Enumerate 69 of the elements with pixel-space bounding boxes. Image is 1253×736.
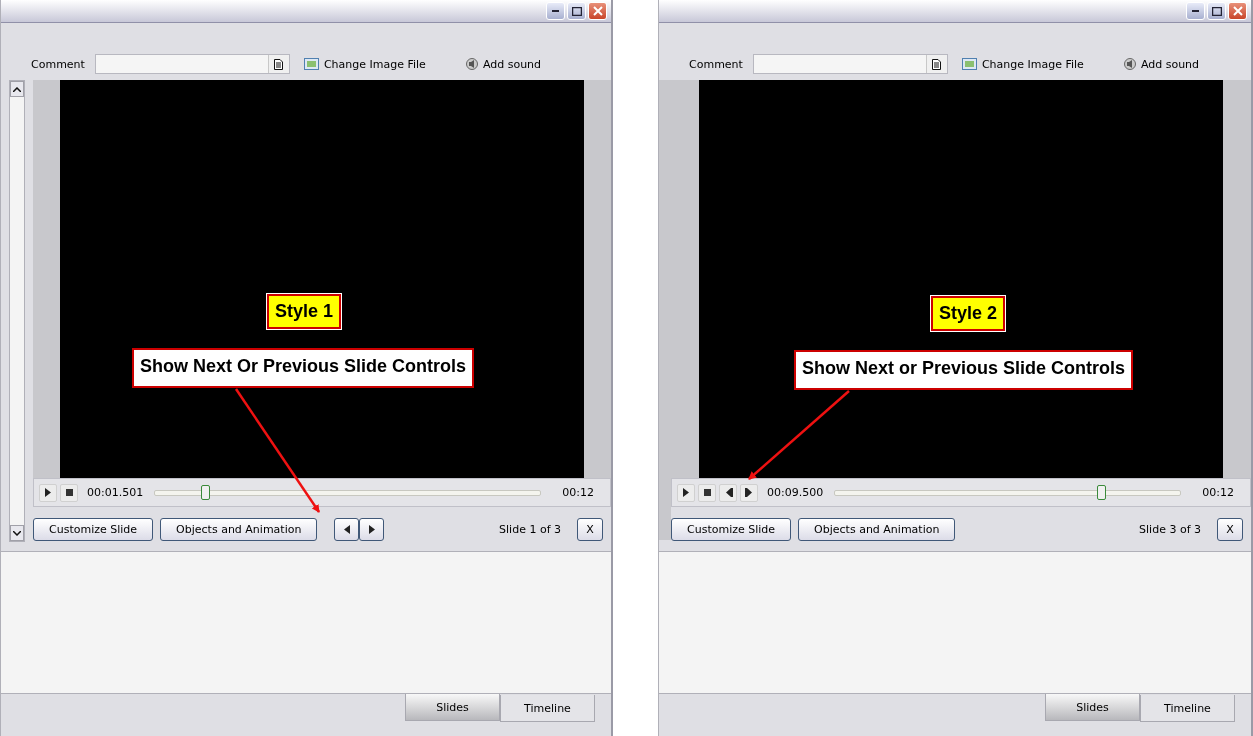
current-time: 00:09.500 (767, 486, 824, 499)
left-arrow-icon (343, 524, 350, 534)
play-icon (683, 488, 689, 497)
callout-label: Show Next Or Previous Slide Controls (132, 348, 475, 388)
document-icon (932, 58, 942, 70)
minimize-button[interactable] (1186, 2, 1205, 20)
document-button[interactable] (925, 55, 947, 73)
comment-label: Comment (689, 57, 743, 71)
close-button[interactable] (1228, 2, 1247, 20)
image-icon (961, 58, 977, 70)
speaker-icon (1123, 58, 1136, 70)
stop-button[interactable] (60, 483, 78, 502)
play-button[interactable] (39, 483, 57, 502)
close-icon (592, 6, 603, 16)
add-sound-link[interactable]: Add sound (1123, 57, 1200, 71)
minimize-button[interactable] (546, 2, 565, 20)
document-button[interactable] (267, 55, 289, 73)
scroll-down-button[interactable] (10, 525, 24, 541)
action-button[interactable]: Customize Slide (671, 517, 792, 541)
action-button[interactable]: Customize Slide (33, 517, 154, 541)
tab[interactable]: Slides (1045, 694, 1140, 721)
stop-icon (703, 489, 711, 496)
action-button[interactable]: Objects and Animation (160, 517, 318, 541)
close-button[interactable] (588, 2, 607, 20)
stop-button[interactable] (698, 483, 716, 502)
duration: 00:12 (1202, 486, 1234, 499)
minimize-icon (552, 10, 559, 12)
right-arrow-icon (368, 524, 375, 534)
slider-thumb[interactable] (1096, 484, 1106, 500)
slider-thumb[interactable] (201, 484, 211, 500)
add-sound-link[interactable]: Add sound (465, 57, 542, 71)
style-label: Style 1 (267, 294, 342, 329)
step-back-icon (723, 488, 733, 497)
next-slide-button[interactable] (359, 517, 385, 541)
previous-slide-button[interactable] (334, 517, 360, 541)
tab[interactable]: Timeline (1140, 695, 1235, 722)
maximize-button[interactable] (567, 2, 586, 20)
caret-down-icon (13, 530, 21, 536)
speaker-icon (465, 58, 478, 70)
scrollbar[interactable] (9, 80, 25, 542)
close-slide-button[interactable]: X (577, 517, 603, 541)
slide-counter: Slide 3 of 3 (1139, 522, 1201, 536)
close-slide-button[interactable]: X (1217, 517, 1243, 541)
minimize-icon (1192, 10, 1199, 12)
scroll-up-button[interactable] (10, 81, 24, 97)
action-button[interactable]: Objects and Animation (798, 517, 956, 541)
close-icon (1232, 6, 1243, 16)
play-icon (45, 488, 51, 497)
style-label: Style 2 (931, 296, 1006, 331)
duration: 00:12 (562, 486, 594, 499)
maximize-icon (571, 6, 582, 16)
document-icon (274, 58, 284, 70)
maximize-button[interactable] (1207, 2, 1226, 20)
step-forward-icon (744, 488, 754, 497)
caret-up-icon (13, 86, 21, 92)
tab[interactable]: Timeline (500, 695, 595, 722)
change-image-link[interactable]: Change Image File (961, 57, 1084, 71)
tab[interactable]: Slides (405, 694, 500, 721)
callout-label: Show Next or Previous Slide Controls (794, 350, 1134, 390)
play-button[interactable] (677, 483, 695, 502)
comment-label: Comment (31, 57, 85, 71)
maximize-icon (1211, 6, 1222, 16)
change-image-link[interactable]: Change Image File (303, 57, 426, 71)
comment-field[interactable] (94, 54, 290, 74)
slide-counter: Slide 1 of 3 (499, 522, 561, 536)
comment-field[interactable] (752, 54, 948, 74)
stop-icon (65, 489, 73, 496)
current-time: 00:01.501 (87, 486, 144, 499)
image-icon (303, 58, 319, 70)
